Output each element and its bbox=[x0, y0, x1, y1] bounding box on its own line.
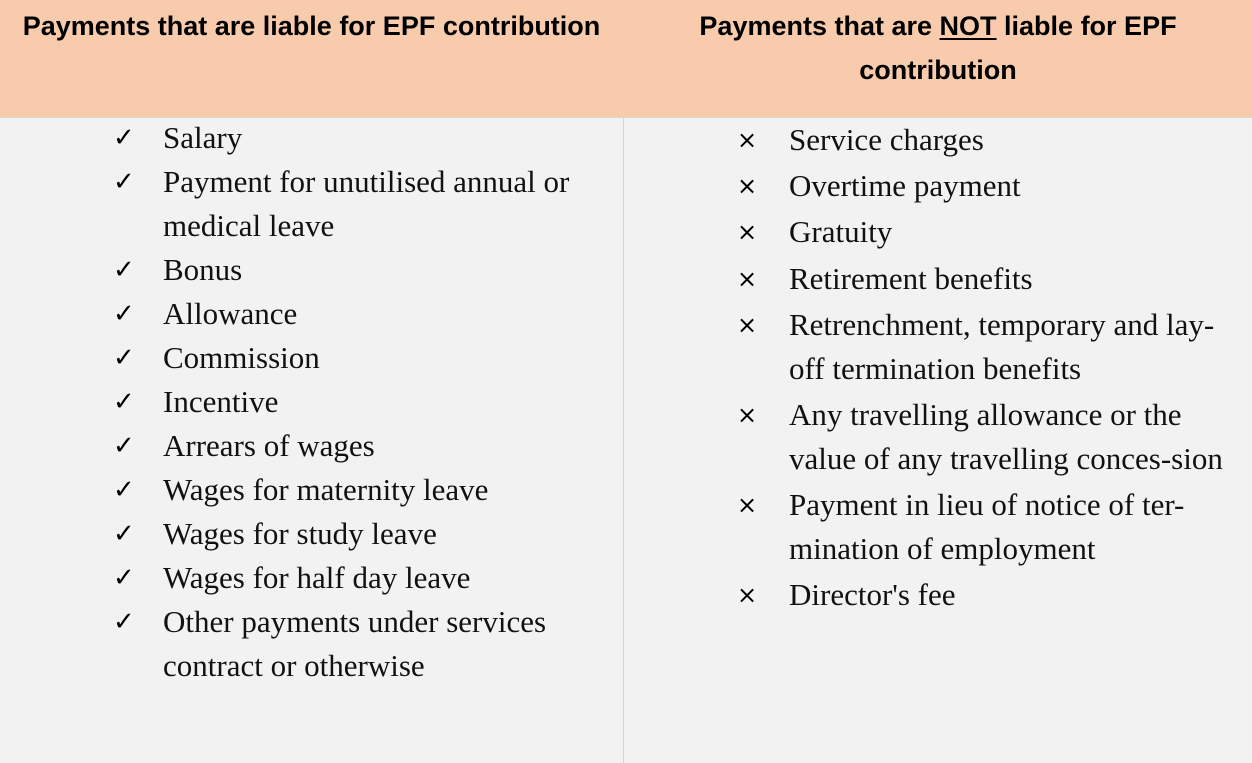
header-liable-text: Payments that are liable for EPF contrib… bbox=[22, 11, 601, 41]
liable-cell bbox=[0, 118, 624, 763]
header-not-emphasis: NOT bbox=[939, 11, 997, 41]
table-body-row bbox=[0, 118, 1252, 763]
not-liable-cell bbox=[624, 118, 1252, 763]
table-header-row: Payments that are liable for EPF contrib… bbox=[0, 0, 1252, 118]
header-not-liable: Payments that are NOT liable for EPF con… bbox=[624, 0, 1252, 117]
epf-contribution-table: Payments that are liable for EPF contrib… bbox=[0, 0, 1252, 763]
header-liable: Payments that are liable for EPF contrib… bbox=[0, 0, 624, 117]
header-not-liable-prefix: Payments that are bbox=[699, 11, 940, 41]
